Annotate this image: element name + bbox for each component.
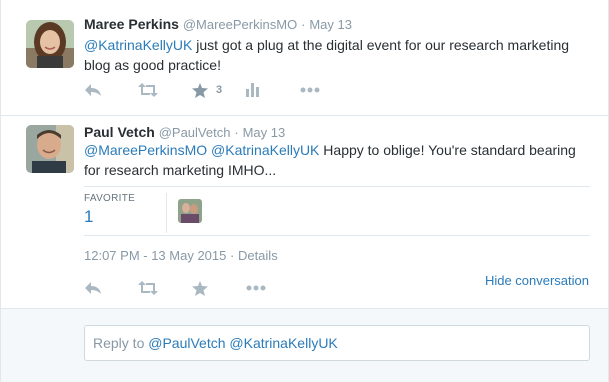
retweet-icon [138,83,158,97]
author-handle[interactable]: @PaulVetch [159,125,231,140]
favorite-button[interactable]: 3 [192,82,246,98]
conversation-panel: Maree Perkins @MareePerkinsMO · May 13 @… [0,0,609,382]
tweet-timestamp: 12:07 PM - 13 May 2015 [84,248,227,263]
analytics-button[interactable] [246,83,300,97]
tweet-text: @MareePerkinsMO @KatrinaKellyUK Happy to… [84,140,594,180]
mention-link[interactable]: @KatrinaKellyUK [84,37,192,53]
author-name[interactable]: Maree Perkins [84,16,179,32]
tweet-date[interactable]: May 13 [309,17,352,32]
separator: · [301,17,306,32]
retweet-button[interactable] [138,83,192,97]
favorite-count: 3 [216,84,223,96]
analytics-icon [246,83,259,97]
tweet-text: @KatrinaKellyUK just got a plug at the d… [84,35,594,75]
favoriter-avatar[interactable] [178,199,202,223]
more-icon [246,285,266,291]
tweet-actions: 3 [84,80,354,100]
author-name[interactable]: Paul Vetch [84,124,155,140]
tweet-maree-perkins[interactable]: Maree Perkins @MareePerkinsMO · May 13 @… [1,0,608,116]
details-link[interactable]: Details [238,248,278,263]
mention-link[interactable]: @KatrinaKellyUK [211,142,319,158]
reply-icon [85,84,101,96]
reply-button[interactable] [84,83,138,97]
mention-link[interactable]: @MareePerkinsMO [84,142,207,158]
reply-mentions: @PaulVetch @KatrinaKellyUK [148,335,338,351]
retweet-button[interactable] [138,281,192,295]
more-button[interactable] [300,87,354,93]
tweet-stats: FAVORITE 1 [84,186,590,236]
favorites-label: FAVORITE [84,193,136,204]
avatar[interactable] [26,20,74,68]
reply-prefix: Reply to [93,335,149,351]
favorites-value[interactable]: 1 [84,207,166,227]
separator: · [234,125,239,140]
author-handle[interactable]: @MareePerkinsMO [183,17,297,32]
reply-button[interactable] [84,281,138,295]
tweet-date[interactable]: May 13 [243,125,286,140]
favorite-star-icon [192,82,208,98]
favorite-star-icon [192,280,208,296]
tweet-meta: 12:07 PM - 13 May 2015 · Details [84,248,278,263]
reply-icon [85,282,101,294]
more-button[interactable] [246,285,300,291]
reply-input[interactable]: Reply to @PaulVetch @KatrinaKellyUK [84,325,590,361]
favorite-button[interactable] [192,280,246,296]
reply-area: Reply to @PaulVetch @KatrinaKellyUK [1,308,608,382]
favorites-stat[interactable]: FAVORITE 1 [84,193,167,233]
hide-conversation-link[interactable]: Hide conversation [485,273,589,288]
more-icon [300,87,320,93]
tweet-actions [84,278,300,298]
retweet-icon [138,281,158,295]
tweet-paul-vetch[interactable]: Paul Vetch @PaulVetch · May 13 @MareePer… [1,116,608,308]
avatar[interactable] [26,125,74,173]
separator: · [229,248,235,263]
tweet-header: Maree Perkins @MareePerkinsMO · May 13 [84,15,352,34]
